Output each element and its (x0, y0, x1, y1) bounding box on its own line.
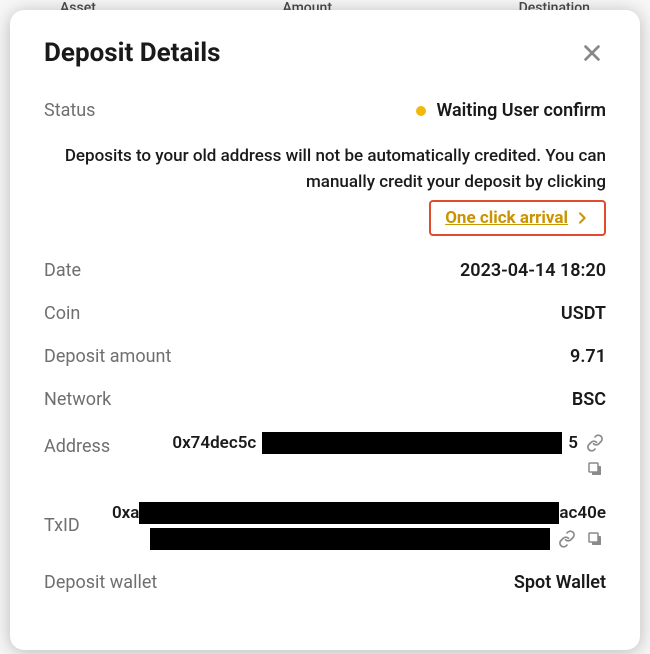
address-external-link-button[interactable] (584, 432, 606, 454)
txid-external-link-button[interactable] (556, 528, 578, 550)
coin-value: USDT (561, 303, 606, 324)
amount-label: Deposit amount (44, 346, 171, 367)
amount-value: 9.71 (570, 346, 606, 367)
chevron-right-icon (574, 210, 590, 226)
cta-text: One click arrival (445, 208, 568, 228)
txid-redacted-1 (139, 502, 559, 524)
status-value: Waiting User confirm (416, 100, 606, 121)
coin-label: Coin (44, 303, 80, 324)
deposit-notice: Deposits to your old address will not be… (54, 143, 606, 196)
copy-icon (586, 530, 604, 548)
close-icon (581, 42, 603, 64)
txid-prefix: 0xa (112, 503, 139, 523)
address-copy-button[interactable] (584, 458, 606, 480)
address-prefix: 0x74dec5c (172, 433, 256, 453)
txid-suffix: ac40e (559, 503, 606, 523)
date-value: 2023-04-14 18:20 (460, 260, 606, 281)
txid-label: TxID (44, 515, 80, 536)
close-button[interactable] (578, 39, 606, 67)
external-link-icon (586, 434, 604, 452)
network-value: BSC (572, 389, 606, 410)
status-label: Status (44, 100, 95, 121)
wallet-value: Spot Wallet (514, 572, 606, 593)
network-label: Network (44, 389, 111, 410)
external-link-icon (558, 530, 576, 548)
txid-copy-button[interactable] (584, 528, 606, 550)
txid-redacted-2 (150, 528, 550, 550)
status-text: Waiting User confirm (436, 100, 606, 121)
date-label: Date (44, 260, 81, 281)
copy-icon (586, 460, 604, 478)
wallet-label: Deposit wallet (44, 572, 157, 593)
address-suffix: 5 (568, 433, 578, 453)
one-click-arrival-link[interactable]: One click arrival (429, 200, 606, 236)
status-dot-icon (416, 106, 426, 116)
address-redacted (262, 432, 562, 454)
deposit-details-modal: Deposit Details Status Waiting User conf… (10, 10, 640, 650)
address-label: Address (44, 432, 110, 457)
modal-title: Deposit Details (44, 38, 221, 68)
